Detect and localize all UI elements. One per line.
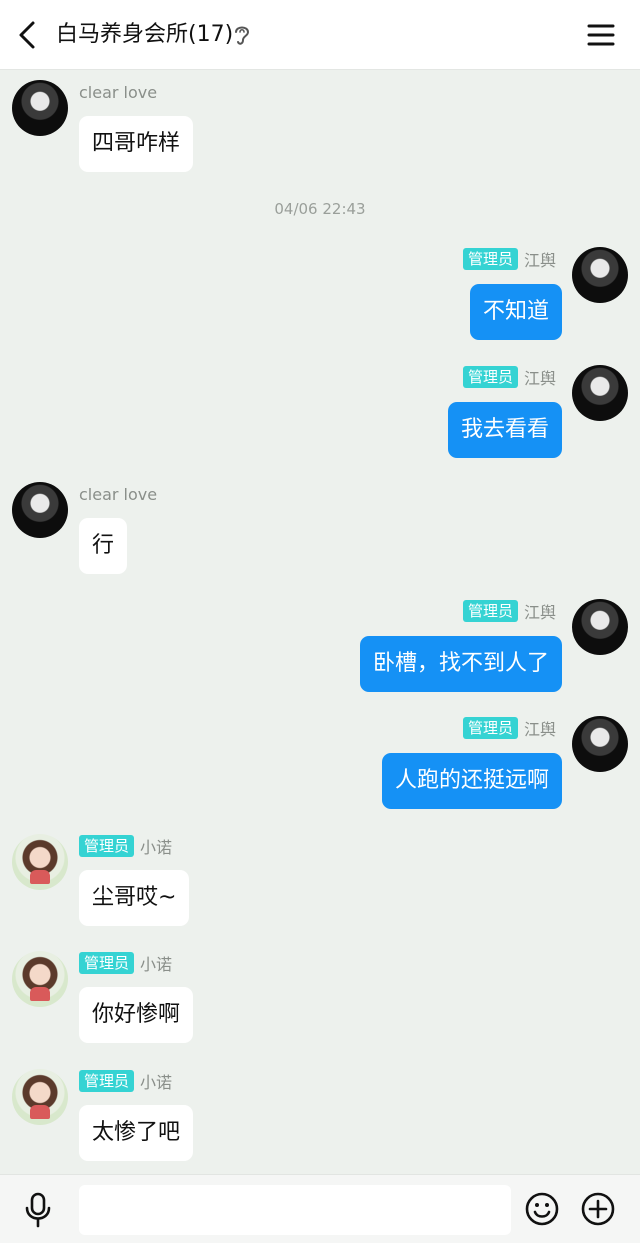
sender-meta: 管理员 江舆 xyxy=(462,599,556,623)
avatar[interactable] xyxy=(572,365,628,421)
sender-name: 江舆 xyxy=(523,369,556,388)
microphone-icon[interactable] xyxy=(24,1192,52,1228)
sender-meta: clear love xyxy=(79,482,157,506)
message-bubble[interactable]: 你好惨啊 xyxy=(79,987,194,1043)
message-item: clear love 行 xyxy=(0,482,640,582)
hamburger-menu-icon[interactable] xyxy=(586,20,616,50)
message-bubble[interactable]: 四哥咋样 xyxy=(79,116,194,172)
admin-badge: 管理员 xyxy=(79,952,135,974)
admin-badge: 管理员 xyxy=(462,366,518,388)
avatar[interactable] xyxy=(12,482,68,538)
sender-name: 小诺 xyxy=(140,955,173,974)
sender-meta: 管理员 小诺 xyxy=(79,834,172,858)
avatar[interactable] xyxy=(572,599,628,655)
sender-name: 江舆 xyxy=(523,603,556,622)
emoji-icon[interactable] xyxy=(525,1192,559,1226)
admin-badge: 管理员 xyxy=(79,1070,135,1092)
message-item: 管理员 江舆 我去看看 xyxy=(0,365,640,465)
sender-name: 小诺 xyxy=(140,838,173,857)
message-item: 管理员 小诺 你好惨啊 xyxy=(0,951,640,1051)
message-item: 管理员 小诺 太惨了吧 xyxy=(0,1069,640,1169)
admin-badge: 管理员 xyxy=(462,248,518,270)
message-item: 管理员 江舆 不知道 xyxy=(0,247,640,347)
admin-badge: 管理员 xyxy=(79,835,135,857)
sender-meta: 管理员 江舆 xyxy=(462,365,556,389)
avatar[interactable] xyxy=(12,1069,68,1125)
message-bubble[interactable]: 不知道 xyxy=(469,284,562,340)
chat-header: 白马养身会所(17) xyxy=(0,0,640,70)
plus-circle-icon[interactable] xyxy=(581,1192,615,1226)
avatar[interactable] xyxy=(572,716,628,772)
message-item: 管理员 小诺 尘哥哎~ xyxy=(0,834,640,934)
admin-badge: 管理员 xyxy=(462,600,518,622)
sender-name: clear love xyxy=(79,484,158,504)
sender-meta: 管理员 江舆 xyxy=(462,716,556,740)
message-bubble[interactable]: 人跑的还挺远啊 xyxy=(381,753,562,809)
sender-name: 小诺 xyxy=(140,1073,173,1092)
message-item: 管理员 江舆 人跑的还挺远啊 xyxy=(0,716,640,816)
message-bubble[interactable]: 我去看看 xyxy=(447,402,562,458)
message-input[interactable] xyxy=(79,1185,511,1235)
admin-badge: 管理员 xyxy=(462,717,518,739)
avatar[interactable] xyxy=(12,951,68,1007)
message-bubble[interactable]: 卧槽，找不到人了 xyxy=(359,636,562,692)
message-item: clear love 四哥咋样 xyxy=(0,80,640,180)
message-bubble[interactable]: 行 xyxy=(79,518,128,574)
chevron-left-icon[interactable] xyxy=(12,18,46,52)
message-bubble[interactable]: 太惨了吧 xyxy=(79,1105,194,1161)
sender-meta: 管理员 小诺 xyxy=(79,951,172,975)
message-bubble[interactable]: 尘哥哎~ xyxy=(79,870,190,926)
avatar[interactable] xyxy=(572,247,628,303)
sender-meta: clear love xyxy=(79,80,157,104)
sender-meta: 管理员 江舆 xyxy=(462,247,556,271)
message-item: 管理员 江舆 卧槽，找不到人了 xyxy=(0,599,640,699)
ear-icon xyxy=(235,26,250,45)
sender-name: 江舆 xyxy=(523,251,556,270)
avatar[interactable] xyxy=(12,80,68,136)
message-timestamp: 04/06 22:43 xyxy=(274,200,366,218)
group-title: 白马养身会所(17) xyxy=(56,22,234,47)
input-bar xyxy=(0,1174,640,1243)
sender-name: 江舆 xyxy=(523,720,556,739)
sender-name: clear love xyxy=(79,82,158,102)
sender-meta: 管理员 小诺 xyxy=(79,1069,172,1093)
avatar[interactable] xyxy=(12,834,68,890)
